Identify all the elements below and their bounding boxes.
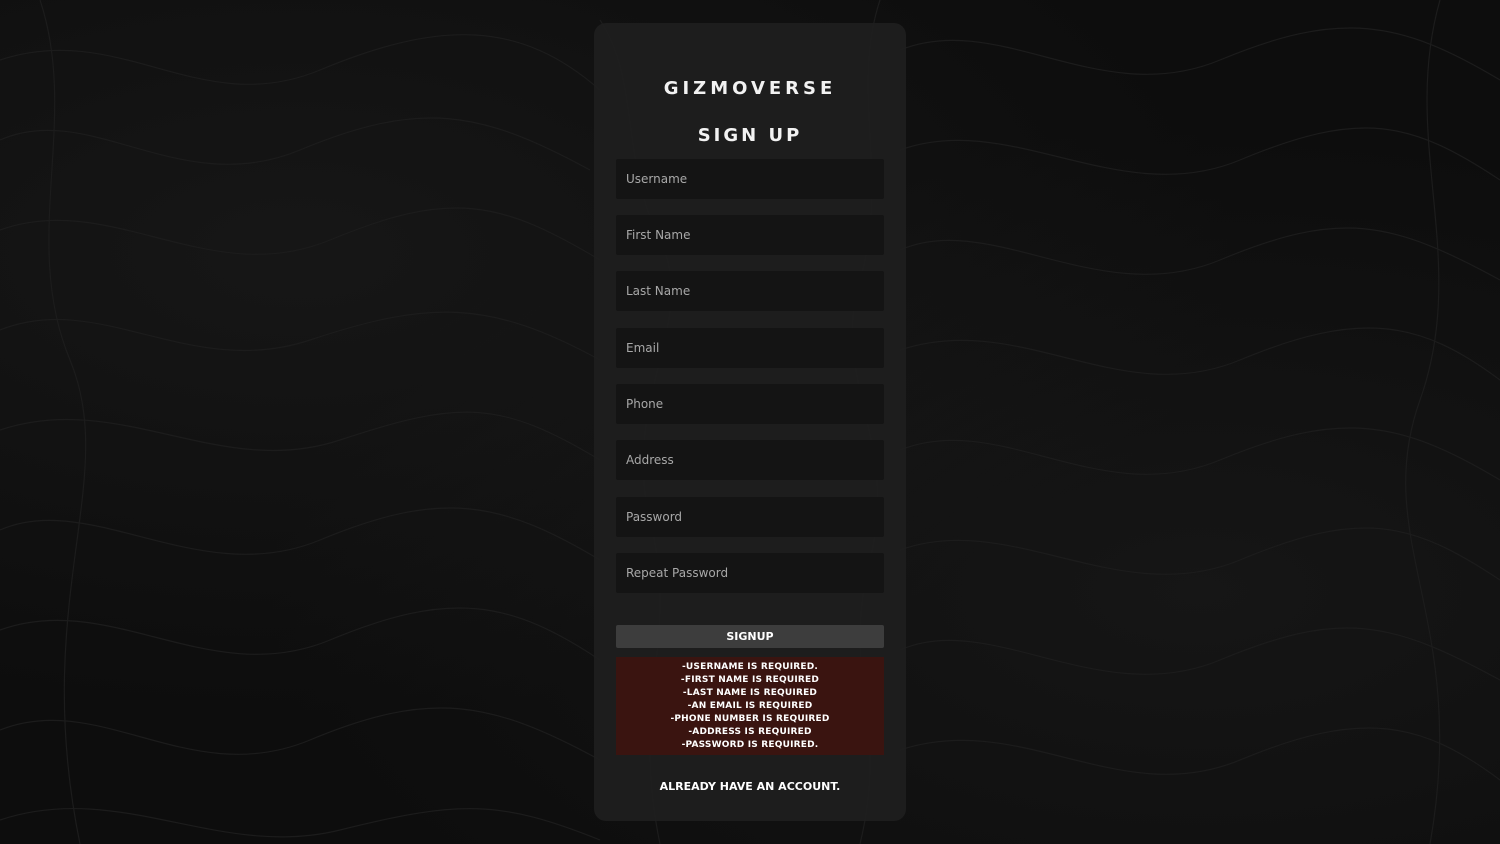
error-password: -PASSWORD IS REQUIRED. (681, 740, 819, 750)
first-name-input[interactable] (616, 215, 884, 255)
error-messages: -USERNAME IS REQUIRED. -FIRST NAME IS RE… (616, 657, 884, 755)
address-input[interactable] (616, 440, 884, 480)
error-first-name: -FIRST NAME IS REQUIRED (680, 675, 820, 685)
signup-card: GIZMOVERSE SIGN UP SIGNUP -USERNAME IS R… (594, 23, 906, 821)
signup-button[interactable]: SIGNUP (616, 625, 884, 648)
repeat-password-input[interactable] (616, 553, 884, 593)
page-title: SIGN UP (697, 125, 803, 146)
error-last-name: -LAST NAME IS REQUIRED (682, 688, 818, 698)
phone-input[interactable] (616, 384, 884, 424)
error-address: -ADDRESS IS REQUIRED (688, 727, 812, 737)
error-phone: -PHONE NUMBER IS REQUIRED (670, 714, 830, 724)
error-email: -AN EMAIL IS REQUIRED (687, 701, 813, 711)
brand-logo: GIZMOVERSE (663, 78, 837, 99)
email-input[interactable] (616, 328, 884, 368)
username-input[interactable] (616, 159, 884, 199)
password-input[interactable] (616, 497, 884, 537)
login-link[interactable]: ALREADY HAVE AN ACCOUNT. (594, 780, 906, 793)
error-username: -USERNAME IS REQUIRED. (681, 662, 819, 672)
last-name-input[interactable] (616, 271, 884, 311)
